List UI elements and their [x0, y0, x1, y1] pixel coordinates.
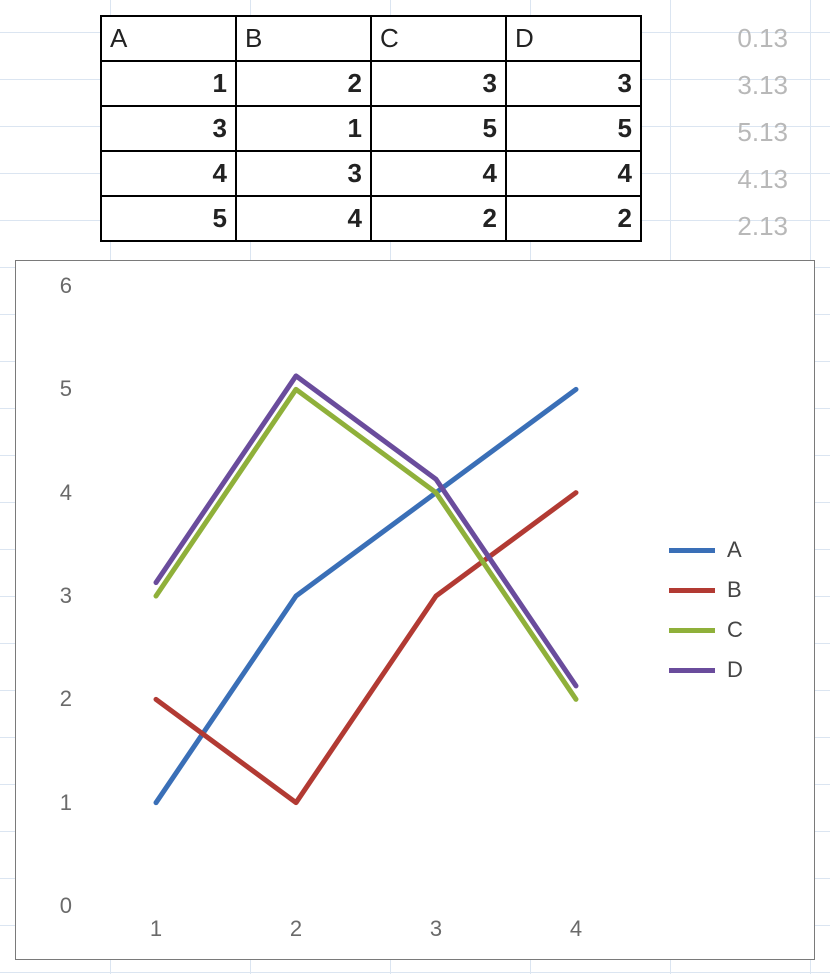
table-cell: 4 — [101, 151, 236, 196]
legend-swatch — [669, 668, 715, 673]
table-cell: 2 — [371, 196, 506, 241]
data-table: A B C D 1 2 3 3 3 1 5 5 4 3 4 — [100, 15, 642, 242]
table-row: 4 3 4 4 — [101, 151, 641, 196]
extra-cell: 3.13 — [660, 62, 800, 109]
legend-swatch — [669, 628, 715, 633]
table-cell: 1 — [101, 61, 236, 106]
table-cell: 2 — [236, 61, 371, 106]
legend-swatch — [669, 548, 715, 553]
table-cell: 5 — [371, 106, 506, 151]
x-axis-tick: 1 — [150, 906, 162, 942]
legend-entry: B — [669, 577, 789, 603]
table-cell: 3 — [506, 61, 641, 106]
y-axis-tick: 0 — [22, 893, 86, 919]
table-row: 3 1 5 5 — [101, 106, 641, 151]
plot-area: 01234561234 — [86, 286, 646, 906]
legend-entry: A — [669, 537, 789, 563]
table-header: A — [101, 16, 236, 61]
chart-legend: ABCD — [669, 523, 789, 697]
legend-label: B — [727, 577, 742, 603]
y-axis-tick: 5 — [22, 376, 86, 402]
table-cell: 3 — [101, 106, 236, 151]
legend-label: A — [727, 537, 742, 563]
table-header: D — [506, 16, 641, 61]
y-axis-tick: 6 — [22, 273, 86, 299]
series-line-D — [156, 376, 576, 686]
y-axis-tick: 1 — [22, 790, 86, 816]
table-header: C — [371, 16, 506, 61]
table-cell: 4 — [506, 151, 641, 196]
table-cell: 1 — [236, 106, 371, 151]
y-axis-tick: 4 — [22, 480, 86, 506]
series-line-B — [156, 493, 576, 803]
extra-cell: 0.13 — [660, 15, 800, 62]
legend-swatch — [669, 588, 715, 593]
chart-lines — [86, 286, 646, 906]
y-axis-tick: 2 — [22, 686, 86, 712]
table-row: 1 2 3 3 — [101, 61, 641, 106]
table-cell: 3 — [236, 151, 371, 196]
table-cell: 3 — [371, 61, 506, 106]
extra-cell: 5.13 — [660, 109, 800, 156]
line-chart: 01234561234 ABCD — [15, 260, 815, 960]
table-cell: 4 — [236, 196, 371, 241]
table-cell: 2 — [506, 196, 641, 241]
table-row: 5 4 2 2 — [101, 196, 641, 241]
table-header: B — [236, 16, 371, 61]
table-cell: 5 — [101, 196, 236, 241]
legend-label: D — [727, 657, 743, 683]
extra-cell: 4.13 — [660, 156, 800, 203]
extra-cell: 2.13 — [660, 203, 800, 250]
legend-entry: D — [669, 657, 789, 683]
table-cell: 5 — [506, 106, 641, 151]
x-axis-tick: 2 — [290, 906, 302, 942]
x-axis-tick: 3 — [430, 906, 442, 942]
legend-entry: C — [669, 617, 789, 643]
legend-label: C — [727, 617, 743, 643]
extra-column: 0.13 3.13 5.13 4.13 2.13 — [660, 15, 800, 250]
y-axis-tick: 3 — [22, 583, 86, 609]
x-axis-tick: 4 — [570, 906, 582, 942]
table-cell: 4 — [371, 151, 506, 196]
